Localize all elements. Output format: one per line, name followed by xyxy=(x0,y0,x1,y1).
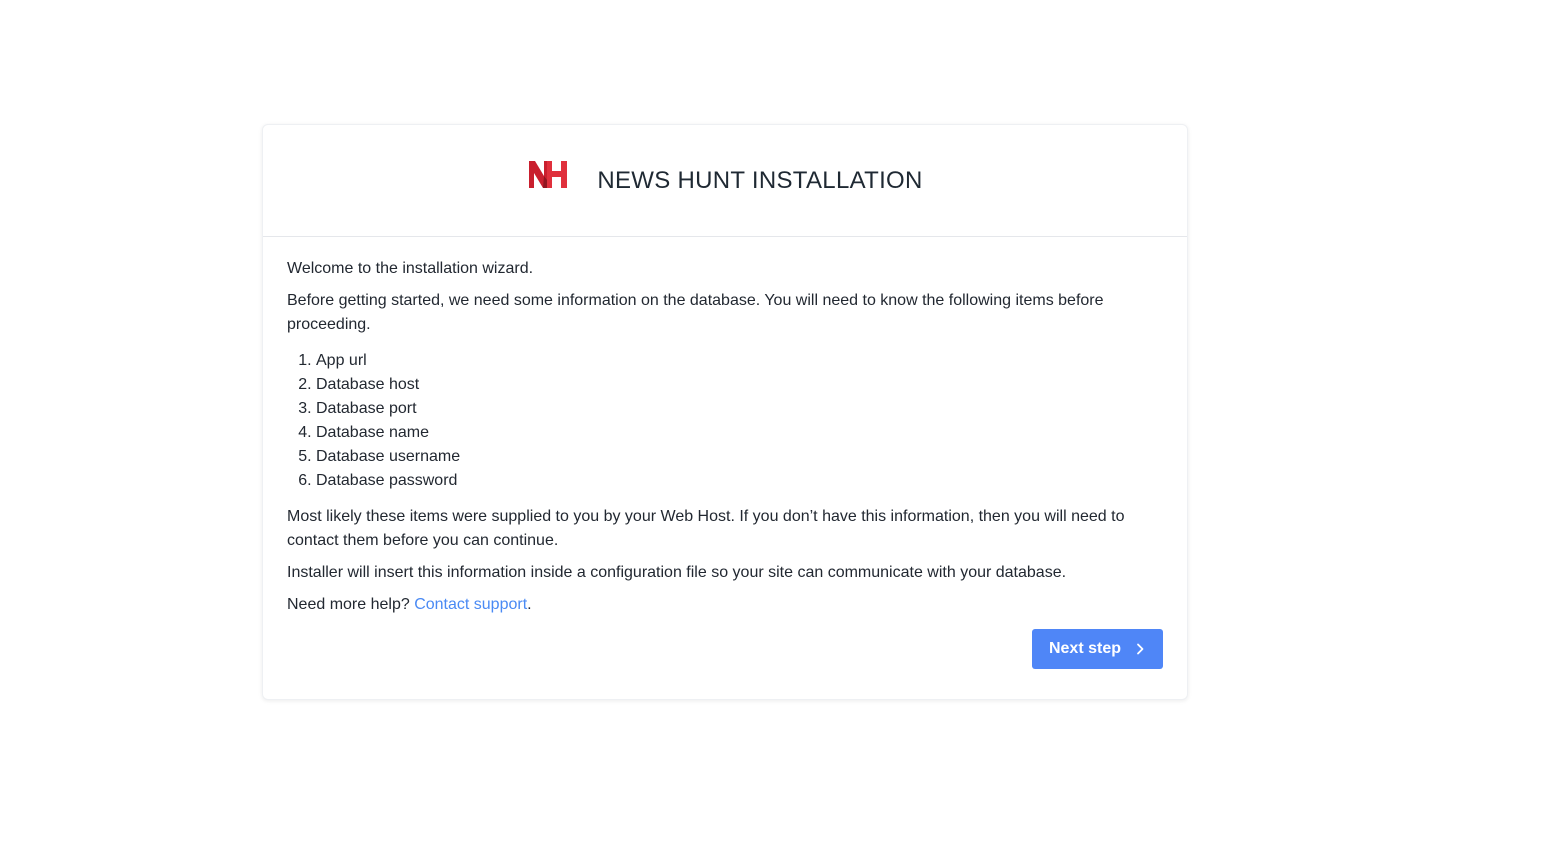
welcome-text: Welcome to the installation wizard. xyxy=(287,260,534,277)
help-suffix: . xyxy=(527,596,532,613)
list-item: App url xyxy=(316,349,1163,373)
installer-note: Installer will insert this information i… xyxy=(287,564,1067,581)
list-item: Database name xyxy=(316,421,1163,445)
list-item: Database host xyxy=(316,373,1163,397)
help-prefix: Need more help? xyxy=(287,596,415,613)
next-step-button[interactable]: Next step xyxy=(1031,629,1163,669)
chevron-right-icon xyxy=(1137,643,1144,655)
help-text: Need more help? Contact support. xyxy=(287,593,1163,617)
page-title: NEWS HUNT INSTALLATION xyxy=(597,166,923,194)
card-body: Welcome to the installation wizard. Befo… xyxy=(263,237,1187,669)
list-item: Database password xyxy=(316,469,1163,493)
intro-text: Before getting started, we need some inf… xyxy=(287,292,1104,333)
contact-support-link[interactable]: Contact support xyxy=(414,596,527,613)
supplied-note: Most likely these items were supplied to… xyxy=(287,508,1125,549)
actions-row: Next step xyxy=(287,629,1163,669)
news-hunt-logo-icon xyxy=(529,160,568,188)
requirements-list: App url Database host Database port Data… xyxy=(287,349,1163,493)
list-item: Database username xyxy=(316,445,1163,469)
card-header: NEWS HUNT INSTALLATION xyxy=(263,125,1187,237)
installation-card: NEWS HUNT INSTALLATION Welcome to the in… xyxy=(262,124,1188,700)
next-step-label: Next step xyxy=(1048,640,1121,657)
list-item: Database port xyxy=(316,397,1163,421)
